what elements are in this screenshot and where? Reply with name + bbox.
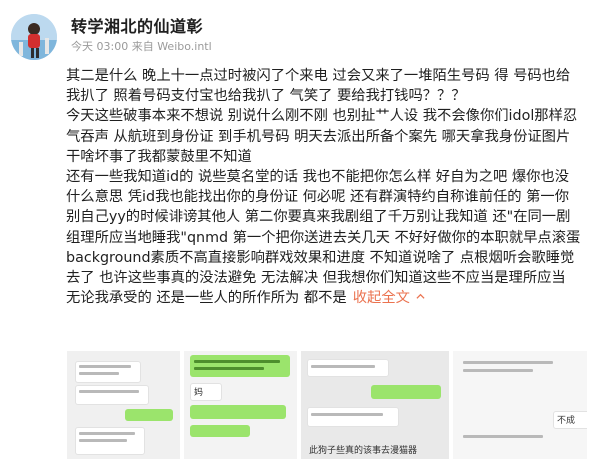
post-line: 干啥坏事了我都蒙鼓里不知道 <box>66 148 252 165</box>
image-thumbnail-1[interactable] <box>67 351 180 459</box>
post-line: 气吞声 从航班到身份证 到手机号码 明天去派出所备个案先 哪天拿我身份证图片 <box>66 128 571 145</box>
image-thumbnail-2[interactable]: 妈 <box>184 351 297 459</box>
post-body: 其二是什么 晚上十一点过时被闪了个来电 过会又来了一堆陌生号码 得 号码也给 我… <box>66 66 584 308</box>
post-time: 今天 03:00 <box>71 40 129 53</box>
chat-text: 此狗子些真的该事去漫猫器 <box>309 446 418 456</box>
image-thumbnail-4[interactable]: 不成 <box>453 351 587 459</box>
collapse-text-link[interactable]: 收起全文 <box>353 290 410 306</box>
post-header: 转学湘北的仙道彰 今天 03:00 来自 Weibo.intl <box>0 0 591 62</box>
post-line-text: 无论我承受的 还是一些人的所作所为 都不是 <box>66 290 347 307</box>
chat-text: 妈 <box>194 388 204 398</box>
avatar[interactable] <box>11 14 57 60</box>
image-thumbnail-3[interactable]: 此狗子些真的该事去漫猫器 <box>301 351 449 459</box>
post-line-last: 无论我承受的 还是一些人的所作所为 都不是 收起全文 <box>66 288 584 308</box>
post-line: 我扒了 照着号码支付宝也给我扒了 气笑了 要给我打钱吗？？？ <box>66 88 466 105</box>
post-line: 什么意思 凭id我也能找出你的身份证 何必呢 还有群演特约自称谁前任的 第一你 <box>66 189 570 206</box>
post-line: 其二是什么 晚上十一点过时被闪了个来电 过会又来了一堆陌生号码 得 号码也给 <box>66 68 571 84</box>
post-line: 还有一些我知道id的 说些莫名堂的话 我也不能把你怎么样 好自为之吧 爆你也没 <box>66 168 570 185</box>
chat-text: 不成 <box>557 416 576 426</box>
post-source: 来自 Weibo.intl <box>131 40 212 53</box>
post-line: 别自己yy的时候诽谤其他人 第二你要真来我剧组了千万别让我知道 还"在同一剧 <box>66 209 571 226</box>
post-meta: 今天 03:00 来自 Weibo.intl <box>71 38 212 54</box>
post-line: background素质不高直接影响群戏效果和进度 不知道说啥了 点根烟听会歌睡… <box>66 249 575 266</box>
chevron-up-icon[interactable] <box>416 292 425 301</box>
image-grid: 妈 此狗子些真的该事去漫猫器 不成 <box>67 351 587 459</box>
username[interactable]: 转学湘北的仙道彰 <box>71 13 203 37</box>
post-line: 今天这些破事本来不想说 别说什么刚不刚 也别扯艹人设 我不会像你们idol那样忍 <box>66 108 578 125</box>
post-line: 组理所应当地睡我"qnmd 第一个把你送进去关几天 不好好做你的本职就早点滚蛋 <box>66 229 581 246</box>
post-line: 去了 也许这些事真的没法避免 无法解决 但我想你们知道这些不应当是理所应当 <box>66 269 566 286</box>
